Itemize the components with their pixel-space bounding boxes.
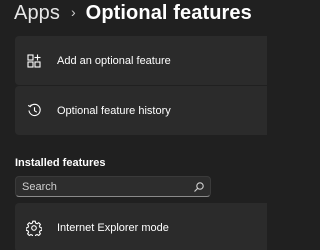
installed-feature-item[interactable]: Internet Explorer mode <box>15 203 267 250</box>
history-icon <box>26 103 42 119</box>
chevron-right-icon: › <box>71 4 76 20</box>
optional-feature-history-label: Optional feature history <box>57 104 171 117</box>
add-grid-icon <box>26 53 42 69</box>
add-optional-feature-label: Add an optional feature <box>57 54 171 67</box>
gear-icon <box>26 220 42 236</box>
page-title: Optional features <box>85 1 252 24</box>
optional-feature-history-button[interactable]: Optional feature history <box>15 86 267 135</box>
search-input[interactable] <box>16 177 192 196</box>
installed-features-search <box>15 176 211 197</box>
breadcrumb-apps-link[interactable]: Apps <box>14 2 60 25</box>
search-icon[interactable] <box>193 180 205 192</box>
breadcrumb: Apps › Optional features <box>14 0 252 26</box>
installed-feature-label: Internet Explorer mode <box>57 221 169 234</box>
add-optional-feature-button[interactable]: Add an optional feature <box>15 36 267 85</box>
installed-features-heading: Installed features <box>15 157 106 169</box>
optional-features-page: Apps › Optional features Add an optional… <box>0 0 267 250</box>
